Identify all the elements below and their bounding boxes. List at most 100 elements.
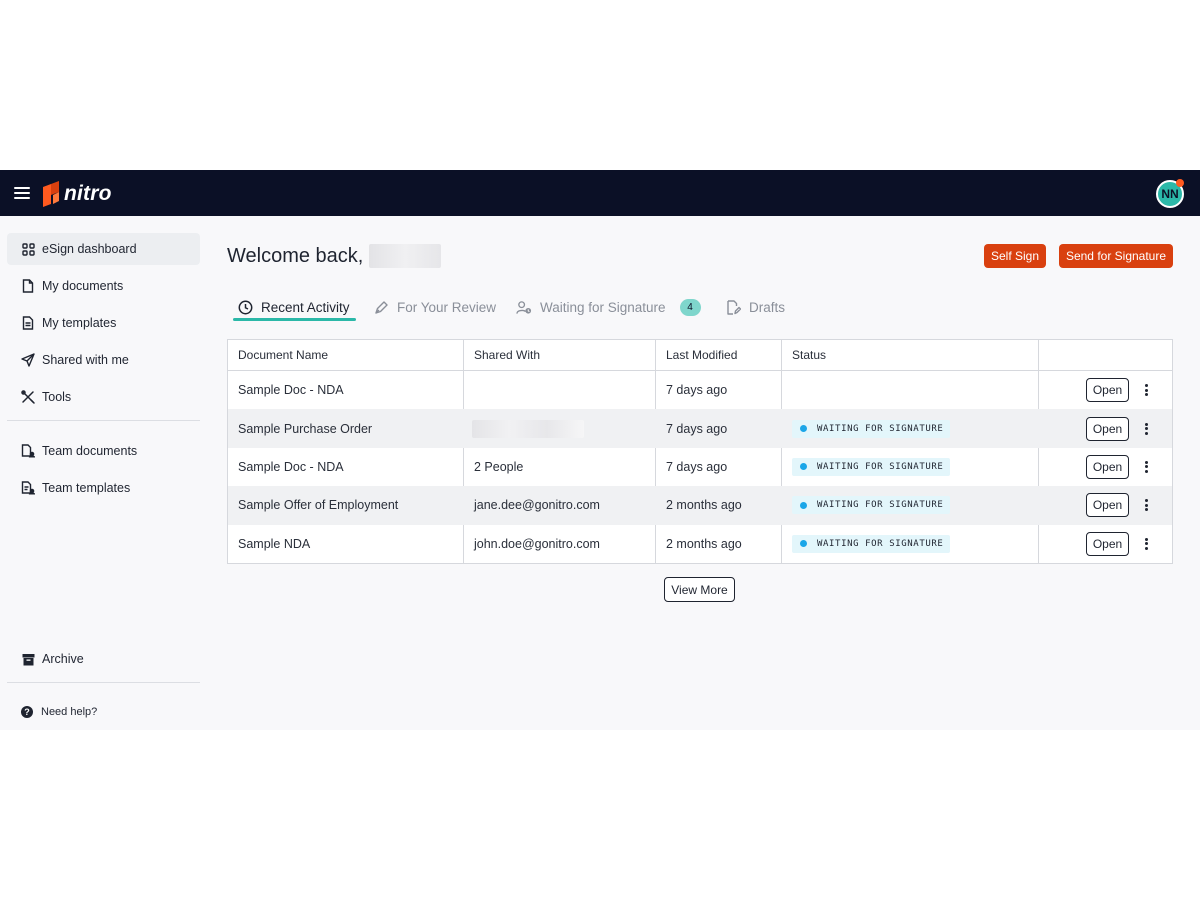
status-dot-icon — [800, 463, 807, 471]
redacted-shared-with — [472, 419, 584, 438]
hamburger-menu-icon[interactable] — [14, 185, 30, 201]
status-dot-icon — [800, 425, 807, 433]
archive-icon — [21, 652, 35, 666]
sidebar-item-tools[interactable]: Tools — [7, 381, 200, 413]
tab-for-your-review[interactable]: For Your Review — [373, 294, 496, 320]
column-header-document-name[interactable]: Document Name — [228, 340, 328, 370]
table-row[interactable]: Sample Purchase Order 7 days ago WAITING… — [228, 409, 1172, 448]
last-modified: 2 months ago — [666, 498, 742, 513]
top-bar: nitro NN — [0, 170, 1200, 216]
sidebar-item-my-documents[interactable]: My documents — [7, 270, 200, 302]
open-button[interactable]: Open — [1086, 378, 1129, 403]
table-row[interactable]: Sample Offer of Employment jane.dee@goni… — [228, 486, 1172, 525]
status-text: WAITING FOR SIGNATURE — [817, 423, 944, 434]
tools-icon — [21, 390, 35, 404]
status-dot-icon — [800, 540, 807, 548]
table-header-row: Document Name Shared With Last Modified … — [228, 340, 1172, 371]
pen-icon — [373, 299, 389, 315]
status-dot-icon — [800, 501, 807, 509]
status-cell — [782, 371, 792, 409]
sidebar-item-team-documents[interactable]: Team documents — [7, 435, 200, 467]
user-clock-icon — [516, 299, 532, 315]
tab-label: Drafts — [749, 299, 786, 315]
document-name[interactable]: Sample Doc - NDA — [228, 371, 344, 409]
help-icon: ? — [21, 706, 33, 718]
tab-drafts[interactable]: Drafts — [725, 294, 785, 320]
status-cell: WAITING FOR SIGNATURE — [782, 486, 951, 524]
open-button[interactable]: Open — [1086, 493, 1129, 518]
last-modified: 7 days ago — [666, 383, 728, 398]
user-avatar[interactable]: NN — [1156, 179, 1184, 208]
sidebar-item-label: My documents — [42, 279, 124, 293]
open-button[interactable]: Open — [1086, 416, 1129, 441]
grid-icon — [21, 242, 35, 256]
shared-with: john.doe@gonitro.com — [474, 536, 600, 551]
draft-icon — [725, 299, 741, 315]
welcome-text: Welcome back, — [227, 244, 364, 267]
active-tab-indicator — [233, 318, 356, 321]
logo-text: nitro — [64, 182, 112, 205]
view-more-button[interactable]: View More — [664, 577, 735, 602]
tab-label: Recent Activity — [261, 299, 350, 315]
status-text: WAITING FOR SIGNATURE — [817, 461, 944, 472]
sidebar-divider — [7, 682, 200, 683]
status-badge: WAITING FOR SIGNATURE — [792, 419, 951, 438]
more-options-icon[interactable] — [1140, 536, 1152, 552]
status-text: WAITING FOR SIGNATURE — [817, 500, 944, 511]
document-name[interactable]: Sample Offer of Employment — [228, 486, 398, 524]
tab-recent-activity[interactable]: Recent Activity — [237, 294, 350, 320]
status-cell: WAITING FOR SIGNATURE — [782, 448, 951, 486]
open-button[interactable]: Open — [1086, 531, 1129, 556]
table-row[interactable]: Sample Doc - NDA 7 days ago Open — [228, 371, 1172, 409]
document-name[interactable]: Sample NDA — [228, 525, 310, 563]
notification-dot — [1176, 179, 1184, 187]
sidebar-item-shared-with-me[interactable]: Shared with me — [7, 344, 200, 376]
sidebar-item-label: Team templates — [42, 481, 131, 495]
table-row[interactable]: Sample NDA john.doe@gonitro.com 2 months… — [228, 525, 1172, 563]
last-modified: 7 days ago — [666, 459, 728, 474]
sidebar-item-esign-dashboard[interactable]: eSign dashboard — [7, 233, 200, 265]
more-options-icon[interactable] — [1140, 497, 1152, 513]
team-document-icon — [21, 444, 35, 458]
page-title: Welcome back, — [227, 244, 442, 268]
column-header-status[interactable]: Status — [782, 340, 826, 370]
sidebar-item-label: Shared with me — [42, 353, 129, 367]
document-name[interactable]: Sample Doc - NDA — [228, 448, 344, 486]
sidebar-item-my-templates[interactable]: My templates — [7, 307, 200, 339]
avatar-initials: NN — [1161, 187, 1179, 201]
shared-with — [464, 409, 584, 447]
sidebar-item-label: Tools — [42, 390, 72, 404]
need-help-link[interactable]: ? Need help? — [7, 702, 200, 722]
more-options-icon[interactable] — [1140, 459, 1152, 475]
more-options-icon[interactable] — [1140, 382, 1152, 398]
last-modified: 2 months ago — [666, 536, 742, 551]
document-name[interactable]: Sample Purchase Order — [228, 409, 372, 447]
self-sign-button[interactable]: Self Sign — [984, 244, 1046, 268]
clock-icon — [237, 299, 253, 315]
sidebar-item-archive[interactable]: Archive — [7, 643, 200, 675]
status-badge: WAITING FOR SIGNATURE — [792, 534, 951, 553]
tab-label: For Your Review — [397, 299, 497, 315]
sidebar-item-team-templates[interactable]: Team templates — [7, 472, 200, 504]
more-options-icon[interactable] — [1140, 421, 1152, 437]
team-template-icon — [21, 481, 35, 495]
activity-tabs: Recent Activity For Your Review Waiting … — [233, 294, 833, 324]
need-help-label: Need help? — [41, 706, 98, 718]
nitro-logo-icon — [43, 181, 59, 207]
shared-with — [464, 371, 474, 409]
sidebar-item-label: eSign dashboard — [42, 242, 137, 256]
send-for-signature-button[interactable]: Send for Signature — [1059, 244, 1173, 268]
sidebar-item-label: My templates — [42, 316, 117, 330]
table-row[interactable]: Sample Doc - NDA 2 People 7 days ago WAI… — [228, 448, 1172, 486]
tab-waiting-for-signature[interactable]: Waiting for Signature 4 — [516, 294, 701, 320]
open-button[interactable]: Open — [1086, 454, 1129, 479]
column-header-shared-with[interactable]: Shared With — [464, 340, 540, 370]
status-cell: WAITING FOR SIGNATURE — [782, 525, 951, 563]
template-icon — [21, 316, 35, 330]
nitro-logo[interactable]: nitro — [40, 180, 112, 208]
sidebar-item-label: Archive — [42, 652, 84, 666]
status-badge: WAITING FOR SIGNATURE — [792, 457, 951, 476]
column-header-last-modified[interactable]: Last Modified — [656, 340, 737, 370]
status-cell: WAITING FOR SIGNATURE — [782, 409, 951, 447]
waiting-count-badge: 4 — [679, 298, 701, 316]
